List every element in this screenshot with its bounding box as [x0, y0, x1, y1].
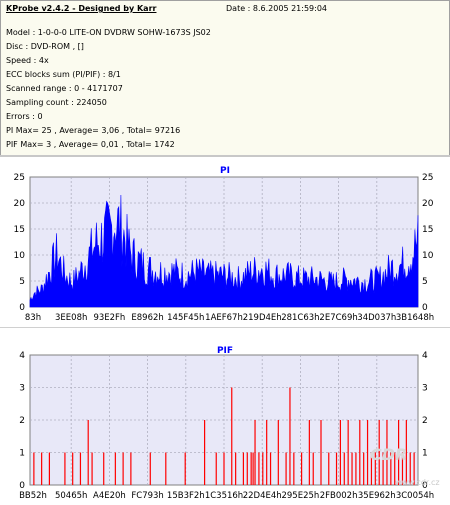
pif-xtick-label: 15B3F2h [167, 491, 205, 501]
pi-ytick-left: 20 [14, 199, 26, 209]
pi-chart-panel: PI 0 0 5 5 10 10 15 15 20 20 25 25 83h 3EE08h 93E2Fh E8… [0, 157, 450, 327]
pif-xtick-label: 3C0054h [396, 491, 434, 501]
pi-xtick-label: 3B1648h [396, 313, 434, 323]
pif-xtick-label: 50465h [55, 491, 87, 501]
pi-ytick-left: 0 [19, 303, 25, 313]
pif-ytick-right: 2 [422, 416, 428, 426]
info-panel: KProbe v2.4.2 - Designed by Karr Date : … [0, 0, 450, 156]
pi-xtick-label: E8962h [131, 313, 163, 323]
info-errors: Errors : 0 [6, 112, 43, 121]
pif-ytick-right: 1 [422, 449, 428, 459]
watermark-url: www.cdr.cz [395, 478, 440, 487]
info-ecc: ECC blocks sum (PI/PIF) : 8/1 [6, 70, 121, 79]
pif-xtick-label: 2FB002h [320, 491, 358, 501]
pif-xtick-label: FC793h [131, 491, 163, 501]
pi-ytick-left: 15 [14, 225, 25, 235]
pif-xtick-label: 35E962h [358, 491, 396, 501]
pif-xtick-label: 1C3516h [205, 491, 243, 501]
info-range: Scanned range : 0 - 4171707 [6, 84, 123, 93]
info-sampling: Sampling count : 224050 [6, 98, 107, 107]
pi-ytick-right: 25 [422, 173, 433, 183]
scan-date: Date : 8.6.2005 21:59:04 [226, 4, 327, 13]
pi-xtick-label: 83h [25, 313, 41, 323]
info-pi-stats: PI Max= 25 , Average= 3,06 , Total= 9721… [6, 126, 181, 135]
pif-ytick-left: 4 [19, 351, 25, 361]
pi-ytick-left: 25 [14, 173, 25, 183]
pi-ytick-right: 0 [422, 303, 428, 313]
info-speed: Speed : 4x [6, 56, 49, 65]
watermark-logo: CDR [370, 445, 408, 464]
pi-chart: 0 0 5 5 10 10 15 15 20 20 25 25 83h 3EE08h 93E2Fh E8962… [14, 173, 435, 323]
pi-xtick-label: 145F45h [167, 313, 204, 323]
pi-xtick-label: 3EE08h [55, 313, 87, 323]
pif-chart: 0 01 12 23 34 4BB52h 50465h A4E20h FC793h 15B3F2h… [19, 351, 434, 501]
pi-xtick-label: 2E7C69h [319, 313, 357, 323]
pif-xtick-label: 22D4E4h [243, 491, 282, 501]
pi-xtick-label: 34D037h [357, 313, 396, 323]
pi-xtick-label: 93E2Fh [93, 313, 125, 323]
info-pif-stats: PIF Max= 3 , Average= 0,01 , Total= 1742 [6, 140, 175, 149]
pi-xtick-label: 1AEF67h [205, 313, 243, 323]
pi-xtick-label: 219D4Eh [243, 313, 282, 323]
pi-ytick-right: 20 [422, 199, 434, 209]
pi-ytick-right: 5 [422, 277, 428, 287]
pif-ytick-right: 4 [422, 351, 428, 361]
pi-xtick-label: 281C63h [281, 313, 319, 323]
pif-xtick-label: BB52h [19, 491, 47, 501]
pi-ytick-right: 10 [422, 251, 434, 261]
info-model: Model : 1-0-0-0 LITE-ON DVDRW SOHW-1673S… [6, 28, 211, 37]
pi-ytick-left: 10 [14, 251, 26, 261]
pif-xtick-label: 295E25h [281, 491, 319, 501]
info-disc: Disc : DVD-ROM , [] [6, 42, 84, 51]
pif-ytick-left: 0 [19, 481, 25, 491]
pi-ytick-right: 15 [422, 225, 433, 235]
pif-ytick-left: 1 [19, 449, 25, 459]
pif-ytick-right: 3 [422, 384, 428, 394]
pi-ytick-left: 5 [19, 277, 25, 287]
pif-chart-panel: PIF 0 0 1 1 2 2 3 3 4 4 BB52h 50465h A4E20h FC793h 15B… [0, 337, 450, 505]
program-title: KProbe v2.4.2 - Designed by Karr [6, 4, 157, 13]
pif-ytick-left: 2 [19, 416, 25, 426]
pif-ytick-left: 3 [19, 384, 25, 394]
pif-xtick-label: A4E20h [93, 491, 126, 501]
